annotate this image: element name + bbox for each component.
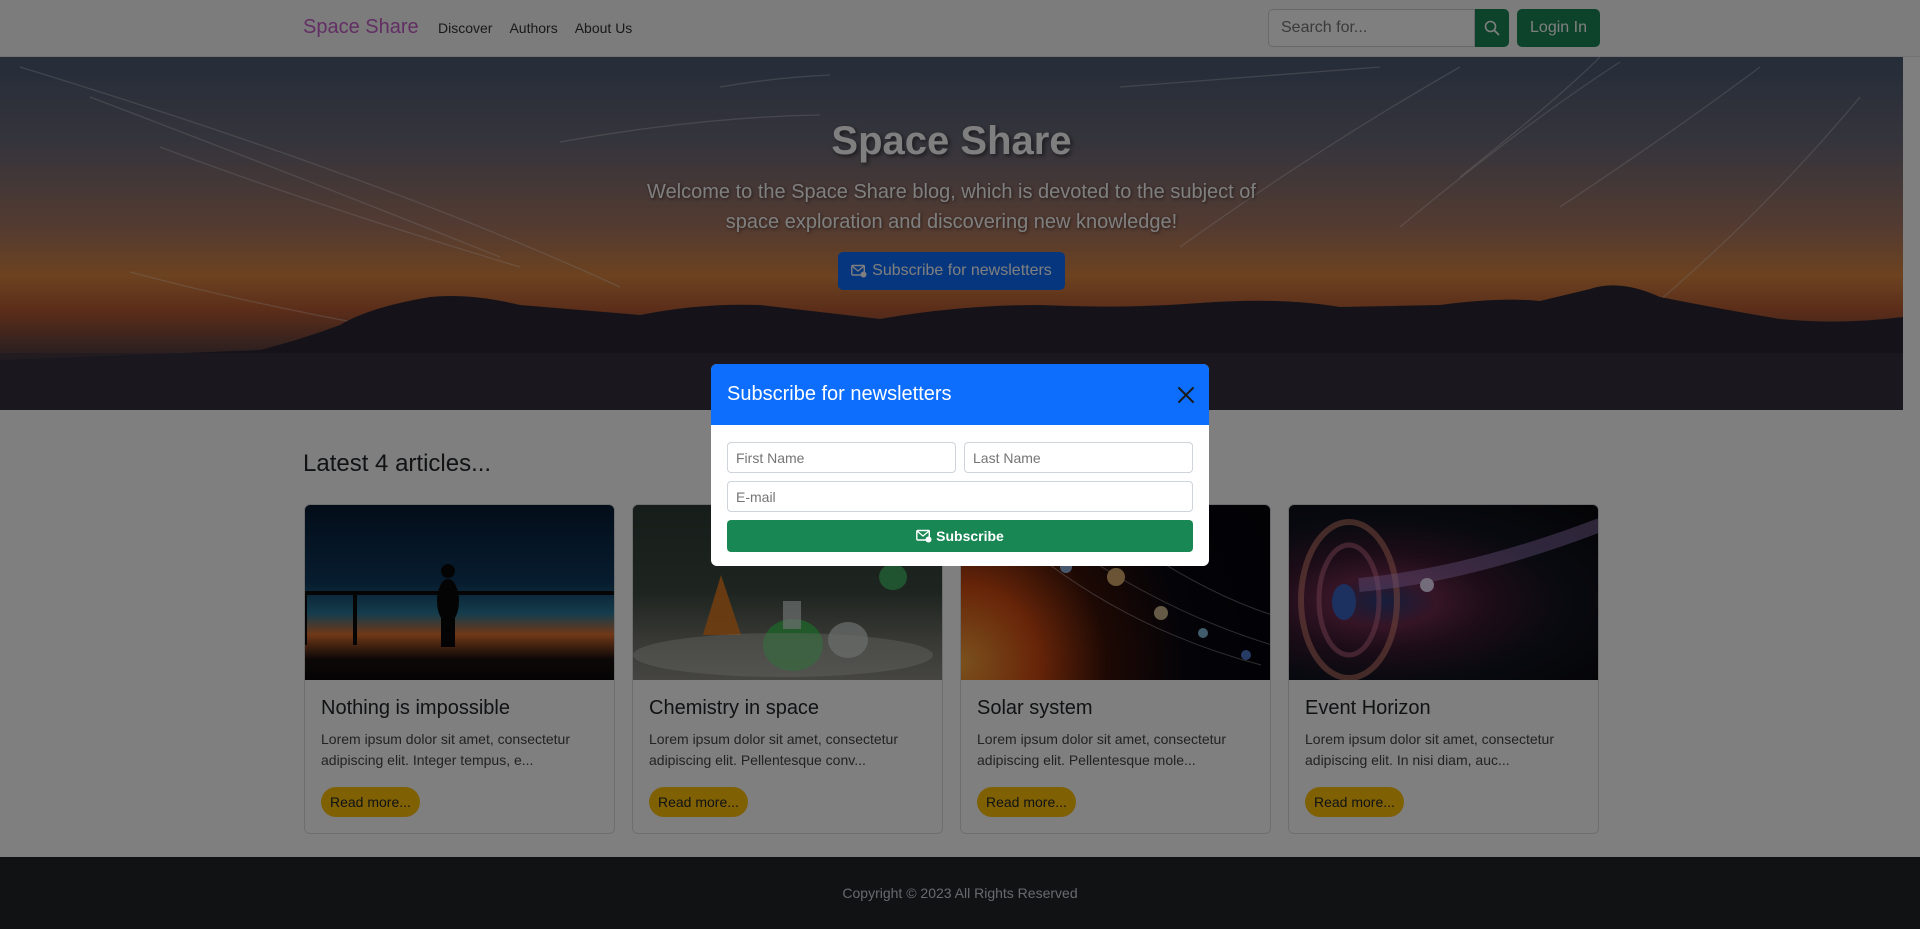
last-name-field[interactable] — [964, 442, 1193, 473]
subscribe-button[interactable]: Subscribe — [727, 520, 1193, 552]
modal-header: Subscribe for newsletters — [711, 364, 1209, 425]
first-name-field[interactable] — [727, 442, 956, 473]
subscribe-label: Subscribe — [936, 528, 1004, 544]
close-icon[interactable] — [1176, 385, 1196, 405]
envelope-icon — [916, 529, 932, 543]
newsletter-modal: Subscribe for newsletters Subscribe — [711, 364, 1209, 566]
modal-title: Subscribe for newsletters — [727, 383, 952, 405]
email-field[interactable] — [727, 481, 1193, 512]
